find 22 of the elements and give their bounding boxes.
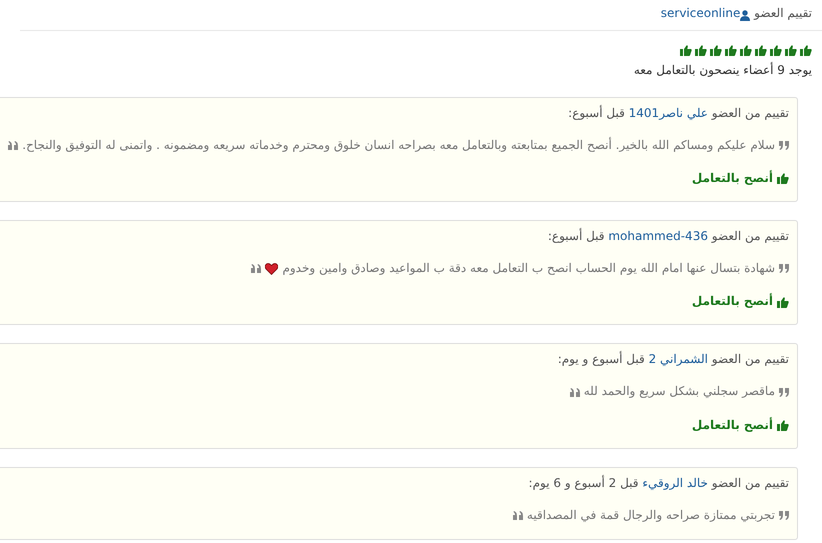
review-label: تقييم من العضو	[710, 106, 789, 120]
review-text: شهادة بتسال عنها امام الله يوم الحساب انصح ب التعامل معه دقة ب المواعيد وصادق وامين وخدوم	[282, 260, 775, 278]
review-time: قبل أسبوع و يوم:	[558, 352, 646, 366]
review-label: تقييم من العضو	[710, 476, 789, 490]
member-link[interactable]: serviceonline	[660, 6, 740, 20]
review-label: تقييم من العضو	[710, 229, 789, 244]
review-text: سلام عليكم ومساكم الله بالخير. أنصح الجميع بمتابعته وبالتعامل معه بصراحه انسان خلوق ومحترم وخدماته سريعه ومضمونه . واتمنى له التوفيق والنجاح.	[22, 136, 775, 154]
review-time: قبل 2 أسبوع و 6 يوم:	[528, 476, 640, 490]
header-label: تقييم العضو	[752, 6, 812, 20]
member-link[interactable]: علي ناصر1401	[628, 106, 708, 120]
review-label: تقييم من العضو	[710, 352, 789, 366]
member-link[interactable]: mohammed-436	[608, 229, 708, 244]
recommend-text: أنصح بالتعامل	[692, 292, 773, 310]
recommend-text: أنصح بالتعامل	[692, 169, 773, 188]
review-time: قبل أسبوع:	[568, 106, 626, 120]
review-text: تجربتي ممتازة صراحه والرجال قمة في المصداقيه	[526, 506, 775, 524]
review-text: ماقصر سجلني بشكل سريع والحمد لله	[584, 383, 775, 400]
member-link[interactable]: الشمراني 2	[648, 352, 708, 366]
recommend-summary: يوجد 9 أعضاء ينصحون بالتعامل معه	[632, 61, 813, 79]
recommend-text: أنصح بالتعامل	[692, 416, 773, 434]
member-link[interactable]: خالد الروقيء	[642, 476, 708, 490]
review-time: قبل أسبوع:	[548, 229, 606, 244]
